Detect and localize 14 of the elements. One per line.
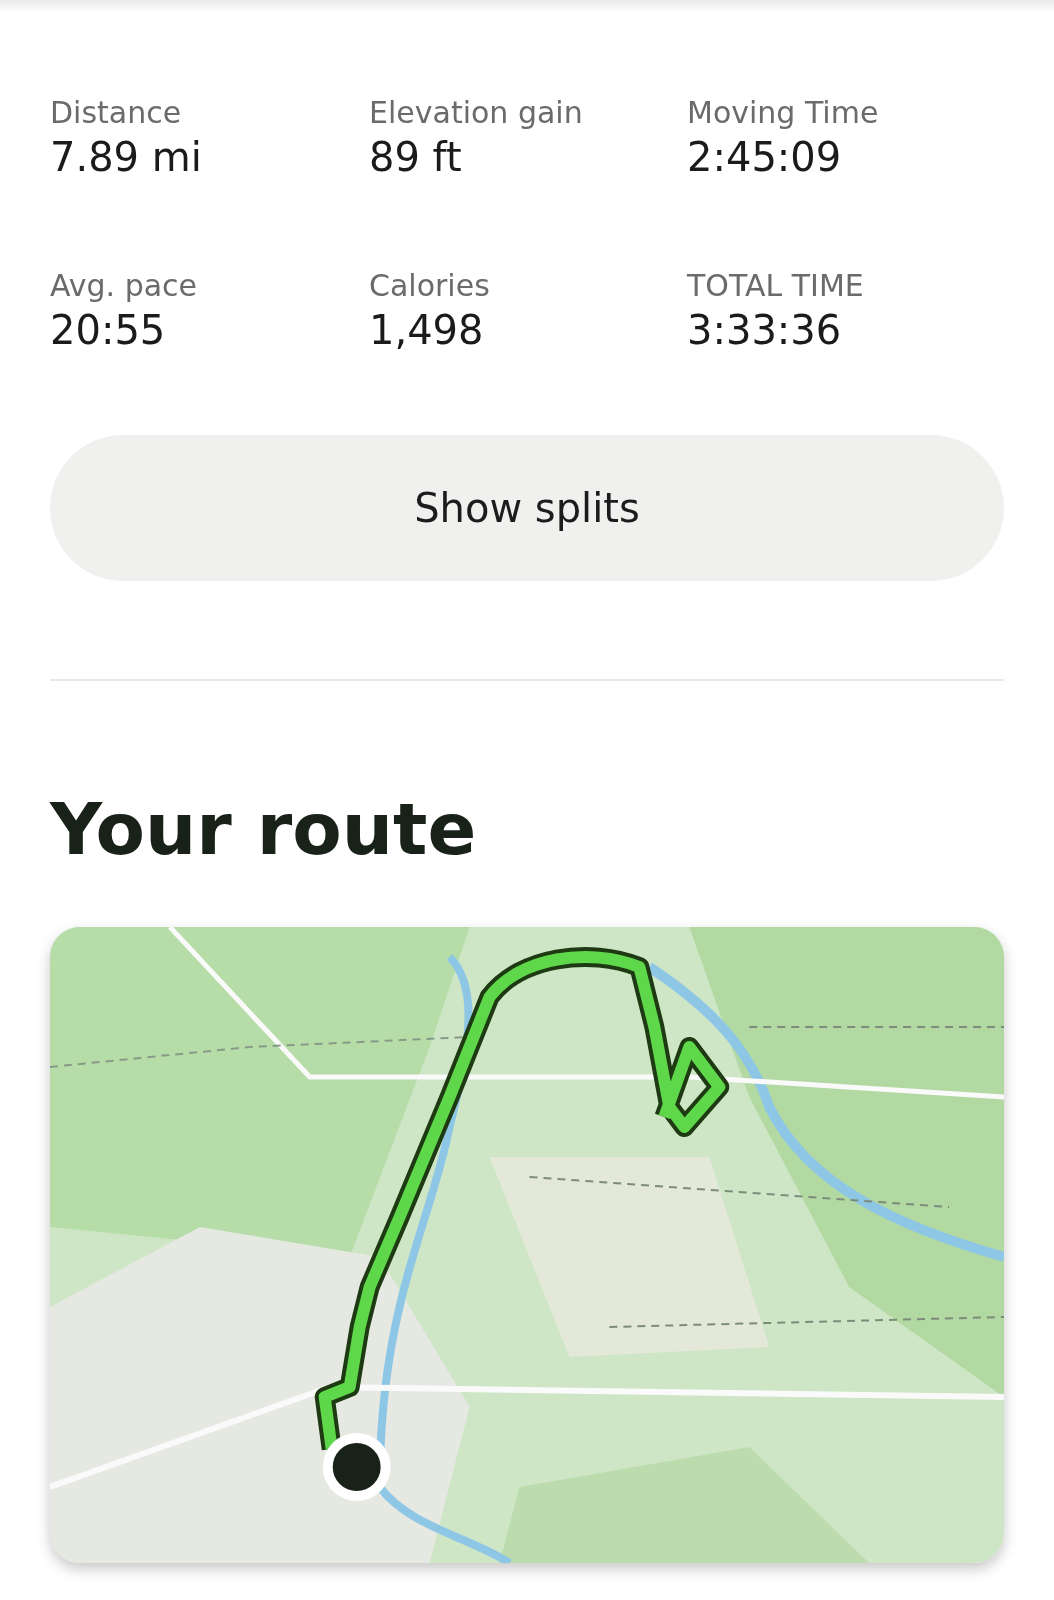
stat-label: Moving Time xyxy=(687,95,880,130)
stat-value: 7.89 mi xyxy=(50,134,203,180)
stat-value: 3:33:36 xyxy=(687,307,843,353)
stat-label: Elevation gain xyxy=(369,95,584,130)
stat-value: 20:55 xyxy=(50,307,167,353)
stat-label: Avg. pace xyxy=(50,268,198,303)
stat-label: TOTAL TIME xyxy=(687,268,865,303)
show-splits-button[interactable]: Show splits xyxy=(50,435,1004,581)
stat-value: 89 ft xyxy=(369,134,463,180)
stat-value: 1,498 xyxy=(369,307,485,353)
stat-value: 2:45:09 xyxy=(687,134,843,180)
section-title: Your route xyxy=(50,793,478,865)
stat-label: Calories xyxy=(369,268,491,303)
stat-label: Distance xyxy=(50,95,183,130)
